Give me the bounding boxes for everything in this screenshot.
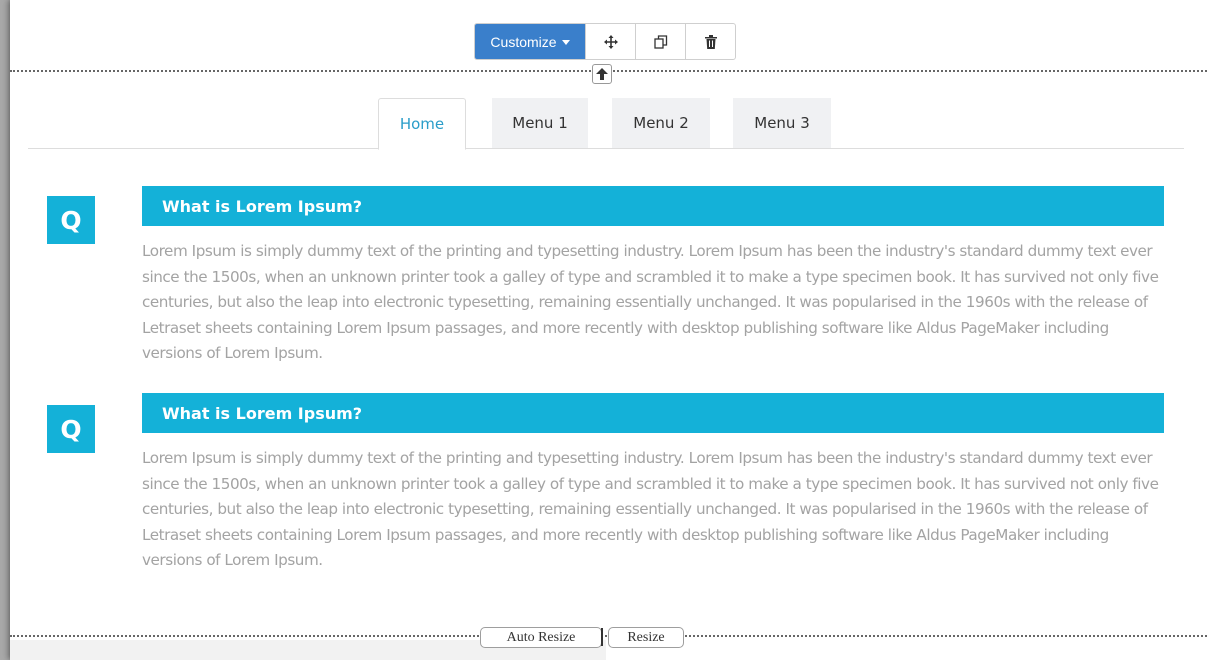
move-up-button[interactable]	[592, 64, 612, 84]
move-arrows-icon	[603, 34, 618, 49]
faq-title: What is Lorem Ipsum?	[142, 186, 1164, 226]
tab-menu-1[interactable]: Menu 1	[492, 98, 588, 148]
caret-down-icon	[561, 40, 570, 45]
faq-answer: Lorem Ipsum is simply dummy text of the …	[142, 242, 1159, 362]
tab-home[interactable]: Home	[378, 98, 466, 150]
arrow-up-icon	[596, 68, 608, 80]
copy-icon	[653, 34, 667, 49]
tab-menu-2[interactable]: Menu 2	[612, 98, 710, 148]
copy-button[interactable]	[635, 24, 685, 59]
customize-button[interactable]: Customize	[475, 24, 585, 59]
tabs-baseline	[28, 148, 1184, 149]
resize-handle[interactable]	[601, 628, 605, 646]
faq-title: What is Lorem Ipsum?	[142, 393, 1164, 433]
move-button[interactable]	[585, 24, 635, 59]
resize-button[interactable]: Resize	[608, 627, 684, 648]
customize-label: Customize	[490, 33, 557, 50]
question-badge: Q	[47, 405, 95, 453]
auto-resize-button[interactable]: Auto Resize	[480, 627, 602, 648]
editor-canvas: Customize Home Menu 1 Menu 2 Menu 3 Q Wh…	[10, 0, 1207, 660]
delete-button[interactable]	[685, 24, 735, 59]
tab-label: Home	[399, 115, 445, 133]
tab-menu-3[interactable]: Menu 3	[733, 98, 831, 148]
tab-label: Menu 1	[512, 114, 568, 132]
question-badge: Q	[47, 196, 95, 244]
block-toolbar: Customize	[474, 23, 736, 60]
trash-icon	[704, 34, 717, 49]
faq-answer: Lorem Ipsum is simply dummy text of the …	[142, 449, 1159, 569]
tab-label: Menu 2	[633, 114, 689, 132]
tab-label: Menu 3	[754, 114, 810, 132]
